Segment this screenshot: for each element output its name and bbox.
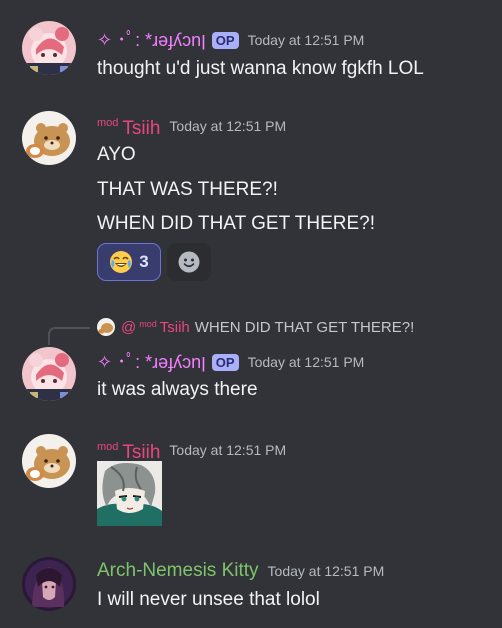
message-header: Arch-Nemesis Kitty Today at 12:51 PM [97, 559, 384, 583]
message-text: WHEN DID THAT GET THERE?! [97, 213, 376, 234]
message-text: I will never unsee that lolol [97, 589, 320, 610]
reaction-count: 3 [139, 252, 149, 271]
message-header: mod Tsiih Today at 12:51 PM [97, 438, 287, 463]
kitty-avatar[interactable] [22, 557, 76, 611]
tsiih-mini-avatar [97, 318, 115, 336]
reply-text: WHEN DID THAT GET THERE?! [194, 318, 415, 336]
op-badge: OP [211, 31, 239, 49]
reply-mention[interactable]: @ mod Tsiih [121, 319, 190, 336]
reaction-joy[interactable]: 3 [97, 243, 161, 281]
reply-preview[interactable]: @ mod Tsiih WHEN DID THAT GET THERE?! [97, 316, 414, 338]
timestamp: Today at 12:51 PM [169, 442, 287, 458]
author-name-text: Tsiih [122, 118, 161, 139]
chat-messages: ✧ ･ﾟ: *ɹǝɟʎɔnן OP Today at 12:51 PM thou… [0, 0, 502, 628]
lucyfer-avatar[interactable] [22, 21, 76, 75]
timestamp: Today at 12:51 PM [267, 563, 385, 579]
author-name[interactable]: ✧ ･ﾟ: *ɹǝɟʎɔnן [97, 28, 206, 52]
mod-prefix: mod [97, 441, 119, 453]
timestamp: Today at 12:51 PM [169, 118, 287, 134]
message-header: mod Tsiih Today at 12:51 PM [97, 111, 287, 141]
message-text: THAT WAS THERE?! [97, 179, 278, 200]
message-text: thought u'd just wanna know fgkfh LOL [97, 58, 424, 79]
op-badge: OP [211, 353, 239, 371]
tsiih-avatar[interactable] [22, 111, 76, 165]
lucyfer-avatar[interactable] [22, 347, 76, 401]
mod-prefix: mod [97, 117, 119, 129]
timestamp: Today at 12:51 PM [247, 354, 365, 370]
add-reaction-icon [177, 250, 201, 274]
timestamp: Today at 12:51 PM [247, 32, 365, 48]
reply-connector [48, 327, 90, 345]
add-reaction-button[interactable] [167, 243, 211, 281]
author-name[interactable]: mod Tsiih [97, 111, 160, 141]
tsiih-avatar[interactable] [22, 434, 76, 488]
author-name[interactable]: ✧ ･ﾟ: *ɹǝɟʎɔnן [97, 350, 206, 374]
author-name-text: Tsiih [122, 442, 161, 463]
author-name[interactable]: Arch-Nemesis Kitty [97, 559, 259, 583]
message-header: ✧ ･ﾟ: *ɹǝɟʎɔnן OP Today at 12:51 PM [97, 28, 364, 52]
message-text: it was always there [97, 379, 258, 400]
message-text: AYO [97, 144, 136, 165]
message-header: ✧ ･ﾟ: *ɹǝɟʎɔnן OP Today at 12:51 PM [97, 350, 364, 374]
sticker-anime-character-image[interactable] [97, 461, 162, 526]
joy-emoji-icon [109, 250, 133, 274]
